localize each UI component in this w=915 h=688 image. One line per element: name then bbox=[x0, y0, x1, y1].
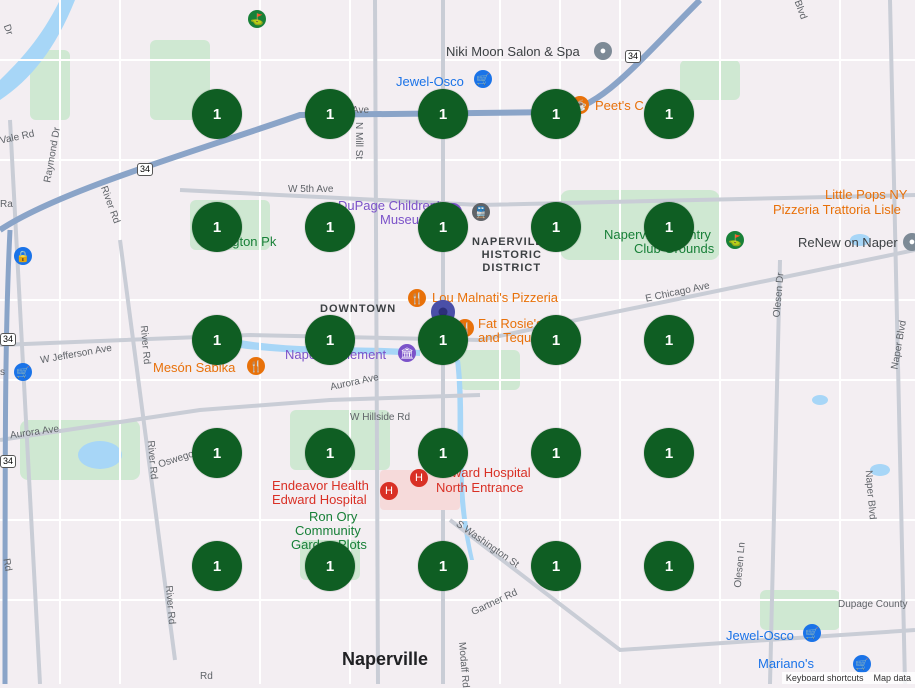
cluster-marker[interactable]: 1 bbox=[418, 89, 468, 139]
street-label: Rd bbox=[0, 557, 14, 573]
keyboard-shortcuts-link[interactable]: Keyboard shortcuts bbox=[786, 673, 864, 683]
map-attribution: Keyboard shortcuts Map data bbox=[781, 672, 915, 684]
downtown-label: DOWNTOWN bbox=[320, 303, 397, 315]
cluster-marker[interactable]: 1 bbox=[418, 428, 468, 478]
street-label: Ra bbox=[0, 199, 13, 210]
cluster-marker[interactable]: 1 bbox=[418, 315, 468, 365]
cluster-marker[interactable]: 1 bbox=[531, 202, 581, 252]
poi-jewel-osco-bottom[interactable]: Jewel-Osco bbox=[726, 629, 794, 642]
restaurant-icon[interactable]: 🍴 bbox=[408, 289, 426, 307]
map-data-link[interactable]: Map data bbox=[873, 673, 911, 683]
cluster-marker[interactable]: 1 bbox=[531, 315, 581, 365]
cluster-marker[interactable]: 1 bbox=[192, 428, 242, 478]
cluster-marker[interactable]: 1 bbox=[305, 541, 355, 591]
cluster-marker[interactable]: 1 bbox=[305, 202, 355, 252]
place-icon[interactable]: ● bbox=[903, 233, 915, 251]
hospital-icon[interactable]: H bbox=[380, 482, 398, 500]
poi-edward-north-2[interactable]: North Entrance bbox=[436, 481, 523, 494]
cluster-marker[interactable]: 1 bbox=[644, 541, 694, 591]
street-label: River Rd bbox=[144, 440, 160, 480]
golf-icon[interactable]: ⛳ bbox=[248, 10, 266, 28]
cluster-marker[interactable]: 1 bbox=[531, 89, 581, 139]
cluster-marker[interactable]: 1 bbox=[644, 315, 694, 365]
cluster-marker[interactable]: 1 bbox=[531, 428, 581, 478]
shopping-cart-icon[interactable]: 🛒 bbox=[474, 70, 492, 88]
golf-icon[interactable]: ⛳ bbox=[726, 231, 744, 249]
poi-marianos[interactable]: Mariano's bbox=[758, 657, 814, 670]
shopping-cart-icon[interactable]: 🛒 bbox=[853, 655, 871, 673]
street-label: River Rd bbox=[137, 325, 153, 365]
shopping-cart-icon[interactable]: 🛒 bbox=[803, 624, 821, 642]
street-label: s bbox=[0, 367, 5, 378]
hospital-icon[interactable]: H bbox=[410, 469, 428, 487]
cluster-marker[interactable]: 1 bbox=[418, 541, 468, 591]
street-label: N Mill St bbox=[353, 122, 364, 160]
cluster-marker[interactable]: 1 bbox=[305, 89, 355, 139]
parking-icon[interactable]: 🔒 bbox=[14, 247, 32, 265]
shopping-cart-icon[interactable]: 🛒 bbox=[14, 363, 32, 381]
poi-little-pops[interactable]: Little Pops NY bbox=[825, 188, 907, 201]
street-label: River Rd bbox=[162, 585, 178, 625]
highway-shield-34: 34 bbox=[137, 163, 154, 176]
highway-shield-34: 34 bbox=[0, 333, 17, 346]
cluster-marker[interactable]: 1 bbox=[305, 428, 355, 478]
poi-jewel-osco-top[interactable]: Jewel-Osco bbox=[396, 75, 464, 88]
cluster-marker[interactable]: 1 bbox=[644, 428, 694, 478]
cluster-marker[interactable]: 1 bbox=[305, 315, 355, 365]
cluster-marker[interactable]: 1 bbox=[192, 315, 242, 365]
train-station-icon[interactable]: 🚆 bbox=[472, 203, 490, 221]
poi-renew[interactable]: ReNew on Naper bbox=[798, 236, 898, 249]
museum-icon[interactable]: 🏛 bbox=[398, 344, 416, 362]
poi-endeavor[interactable]: Endeavor Health bbox=[272, 479, 369, 492]
cluster-marker[interactable]: 1 bbox=[192, 541, 242, 591]
city-label: Naperville bbox=[342, 649, 429, 669]
cluster-marker[interactable]: 1 bbox=[644, 89, 694, 139]
poi-little-pops-2[interactable]: Pizzeria Trattoria Lisle bbox=[773, 203, 901, 216]
street-label: W Hillside Rd bbox=[350, 412, 411, 423]
cluster-marker[interactable]: 1 bbox=[531, 541, 581, 591]
poi-peets[interactable]: Peet's C bbox=[595, 99, 644, 112]
street-label: Rd bbox=[200, 671, 213, 682]
cluster-marker[interactable]: 1 bbox=[418, 202, 468, 252]
cluster-marker[interactable]: 1 bbox=[192, 89, 242, 139]
poi-ron-ory[interactable]: Ron Ory bbox=[309, 510, 357, 523]
highway-shield-34: 34 bbox=[0, 455, 17, 468]
poi-niki-moon[interactable]: Niki Moon Salon & Spa bbox=[446, 45, 580, 58]
district-line: HISTORIC bbox=[481, 249, 542, 261]
cluster-marker[interactable]: 1 bbox=[192, 202, 242, 252]
salon-icon[interactable]: ● bbox=[594, 42, 612, 60]
street-label: Dupage County bbox=[838, 599, 908, 610]
restaurant-icon[interactable]: 🍴 bbox=[247, 357, 265, 375]
poi-ron-ory-2[interactable]: Community bbox=[295, 524, 361, 537]
highway-shield-34: 34 bbox=[625, 50, 642, 63]
street-label: W 5th Ave bbox=[288, 184, 334, 195]
poi-endeavor-2[interactable]: Edward Hospital bbox=[272, 493, 367, 506]
district-line: DISTRICT bbox=[482, 262, 542, 274]
cluster-marker[interactable]: 1 bbox=[644, 202, 694, 252]
